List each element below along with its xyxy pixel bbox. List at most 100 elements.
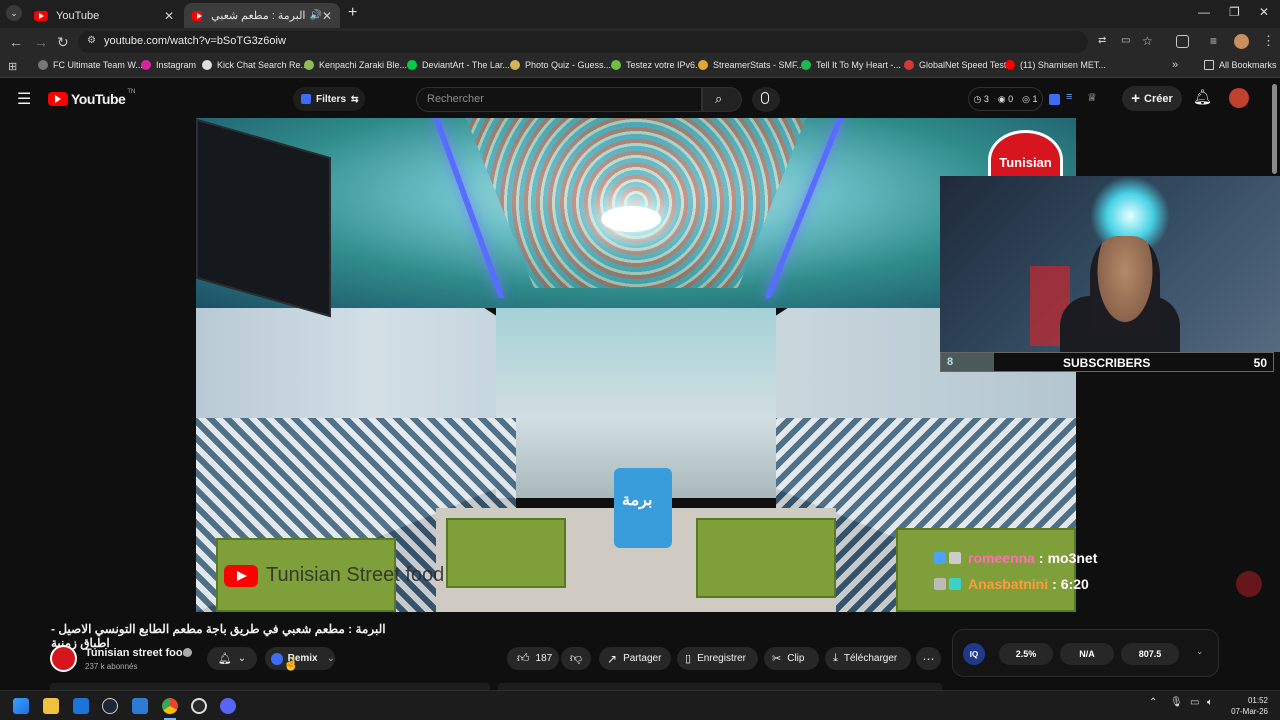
browser-menu-icon[interactable]: ⋮ bbox=[1262, 33, 1275, 49]
tab-youtube[interactable]: YouTube ✕ bbox=[26, 3, 182, 28]
bookmark-item[interactable]: DeviantArt - The Lar... bbox=[407, 60, 510, 70]
network-icon[interactable]: ▭ bbox=[1190, 697, 1199, 708]
apps-grid-icon[interactable]: ⊞ bbox=[8, 60, 17, 73]
clock-time: 01:52 bbox=[1247, 696, 1268, 705]
all-bookmarks-button[interactable]: All Bookmarks bbox=[1204, 60, 1277, 70]
search-button[interactable]: ⌕ bbox=[702, 87, 742, 112]
browser-toolbar: ← → ↻ ⚙ youtube.com/watch?v=bSoTG3z6oiw … bbox=[0, 28, 1280, 56]
subscriber-count: 8 bbox=[947, 356, 954, 368]
stats-counters[interactable]: ◷ 3 ◉ 0 ◎ 1 bbox=[968, 87, 1043, 111]
search-placeholder: Rechercher bbox=[427, 93, 484, 105]
like-button[interactable]: 👍︎ 187 bbox=[507, 647, 559, 670]
video-title: البرمة : مطعم شعبي في طريق باجة مطعم الط… bbox=[51, 622, 386, 650]
channel-logo-overlay[interactable] bbox=[1236, 571, 1262, 597]
bookmark-item[interactable]: Kenpachi Zaraki Ble... bbox=[304, 60, 407, 70]
forward-icon[interactable]: → bbox=[34, 34, 48, 50]
browser-tab-strip: ⌄ YouTube ✕ البرمة : مطعم شعبي في طر 🔊 ✕… bbox=[0, 0, 1280, 28]
url-text[interactable]: youtube.com/watch?v=bSoTG3z6oiw bbox=[104, 35, 286, 47]
iq-extension-icon[interactable] bbox=[1049, 94, 1060, 105]
volume-icon[interactable]: 🔈︎ bbox=[1207, 697, 1213, 708]
chrome-icon[interactable] bbox=[162, 698, 178, 714]
microphone-tray-icon[interactable]: 🎙︎ bbox=[1170, 697, 1183, 708]
outlook-icon[interactable] bbox=[73, 698, 89, 714]
subscriber-goal-bar: 8 SUBSCRIBERS 50 bbox=[940, 352, 1274, 372]
download-button[interactable]: ⤓ Télécharger bbox=[825, 647, 911, 670]
chat-username: romeenna bbox=[968, 550, 1035, 566]
new-tab-button[interactable]: + bbox=[348, 4, 357, 22]
remix-button[interactable]: Remix ⌄ bbox=[265, 647, 335, 670]
search-input[interactable]: Rechercher bbox=[416, 87, 702, 112]
address-bar[interactable]: ⚙ youtube.com/watch?v=bSoTG3z6oiw ⇄ ▭ ☆ bbox=[78, 31, 1153, 53]
windows-taskbar: ⌃ 🎙︎ ▭ 🔈︎ 01:52 07-Mar-26 bbox=[0, 690, 1280, 720]
tab-search-chevron-icon[interactable]: ⌄ bbox=[6, 5, 22, 21]
tab-video[interactable]: البرمة : مطعم شعبي في طر 🔊 ✕ bbox=[184, 3, 340, 28]
list-icon[interactable]: ≡ bbox=[1066, 91, 1072, 103]
share-button[interactable]: ↗ Partager bbox=[599, 647, 671, 670]
app-icon[interactable] bbox=[132, 698, 148, 714]
voice-search-button[interactable] bbox=[752, 87, 780, 112]
more-actions-button[interactable]: ⋯ bbox=[916, 647, 941, 670]
translate-icon[interactable]: ⇄ bbox=[1098, 35, 1106, 46]
windows-start-icon[interactable] bbox=[13, 698, 29, 714]
extensions-icon[interactable] bbox=[1176, 35, 1189, 48]
close-tab-icon[interactable]: ✕ bbox=[322, 9, 332, 23]
close-tab-icon[interactable]: ✕ bbox=[164, 9, 174, 23]
hamburger-menu-icon[interactable]: ☰ bbox=[17, 89, 31, 109]
tray-overflow-icon[interactable]: ⌃ bbox=[1149, 697, 1157, 708]
reload-icon[interactable]: ↻ bbox=[57, 34, 69, 51]
subscribe-notifications-button[interactable]: 🔔︎ ⌄ bbox=[207, 647, 257, 670]
chevron-down-icon: ⌄ bbox=[326, 653, 335, 664]
bookmark-item[interactable]: Instagram bbox=[141, 60, 196, 70]
clip-button[interactable]: ✂ Clip bbox=[764, 647, 819, 670]
bookmark-item[interactable]: FC Ultimate Team W... bbox=[38, 60, 143, 70]
audio-playing-icon[interactable]: 🔊 bbox=[309, 10, 321, 21]
youtube-favicon-icon bbox=[1005, 60, 1015, 70]
eye-counter: ◉ 0 bbox=[997, 93, 1014, 104]
dislike-button[interactable]: 👎︎ bbox=[561, 647, 591, 670]
account-avatar[interactable] bbox=[1229, 88, 1249, 108]
media-control-icon[interactable]: ≡ bbox=[1210, 34, 1217, 48]
page-scrollbar[interactable] bbox=[1272, 84, 1277, 174]
restore-icon[interactable]: ❐ bbox=[1229, 5, 1240, 19]
trophy-icon[interactable]: ♕ bbox=[1087, 91, 1097, 104]
steam-icon[interactable] bbox=[102, 698, 118, 714]
bookmark-item[interactable]: Testez votre IPv6. bbox=[611, 60, 698, 70]
bookmark-item[interactable]: GlobalNet Speed Test bbox=[904, 60, 1006, 70]
bookmark-star-icon[interactable]: ☆ bbox=[1142, 34, 1153, 48]
bookmark-item[interactable]: (11) Shamisen MET... bbox=[1005, 60, 1106, 70]
bookmark-item[interactable]: Kick Chat Search Re... bbox=[202, 60, 308, 70]
profile-avatar[interactable] bbox=[1234, 34, 1249, 49]
country-code: TN bbox=[127, 89, 136, 95]
channel-avatar[interactable] bbox=[50, 645, 77, 672]
discord-icon[interactable] bbox=[220, 698, 236, 714]
youtube-logo[interactable]: YouTube TN bbox=[48, 89, 136, 107]
iq-extension-icon bbox=[301, 94, 311, 104]
chevron-down-icon[interactable]: ⌄ bbox=[1196, 646, 1204, 657]
file-explorer-icon[interactable] bbox=[43, 698, 59, 714]
instagram-icon bbox=[141, 60, 151, 70]
bookmark-item[interactable]: StreamerStats - SMF... bbox=[698, 60, 804, 70]
site-info-icon[interactable]: ⚙ bbox=[87, 35, 96, 46]
back-icon[interactable]: ← bbox=[9, 34, 23, 50]
create-button[interactable]: + Créer bbox=[1122, 86, 1182, 111]
system-clock[interactable]: 01:52 07-Mar-26 bbox=[1231, 695, 1268, 717]
scissors-icon: ✂ bbox=[772, 653, 782, 665]
bookmark-item[interactable]: Photo Quiz - Guess... bbox=[510, 60, 611, 70]
minimize-icon[interactable]: — bbox=[1198, 5, 1210, 19]
bookmark-icon: ▯ bbox=[685, 653, 692, 665]
iq-extension-icon bbox=[271, 652, 283, 665]
close-window-icon[interactable]: ✕ bbox=[1259, 5, 1269, 19]
youtube-logo-icon bbox=[224, 564, 258, 587]
bookmarks-overflow-icon[interactable]: » bbox=[1172, 59, 1178, 71]
bookmark-favicon-icon bbox=[304, 60, 314, 70]
obs-icon[interactable] bbox=[191, 698, 207, 714]
channel-name[interactable]: Tunisian street food bbox=[85, 647, 189, 659]
bookmark-item[interactable]: Tell It To My Heart -... bbox=[801, 60, 901, 70]
cast-icon[interactable]: ▭ bbox=[1121, 35, 1130, 46]
iq-logo-icon[interactable]: IQ bbox=[963, 643, 985, 665]
filters-button[interactable]: Filters ⇆ bbox=[293, 87, 365, 111]
deviantart-icon bbox=[407, 60, 417, 70]
notifications-bell-icon[interactable]: 🔔︎ bbox=[1193, 88, 1212, 106]
verified-icon bbox=[183, 648, 192, 657]
save-button[interactable]: ▯ Enregistrer bbox=[677, 647, 758, 670]
